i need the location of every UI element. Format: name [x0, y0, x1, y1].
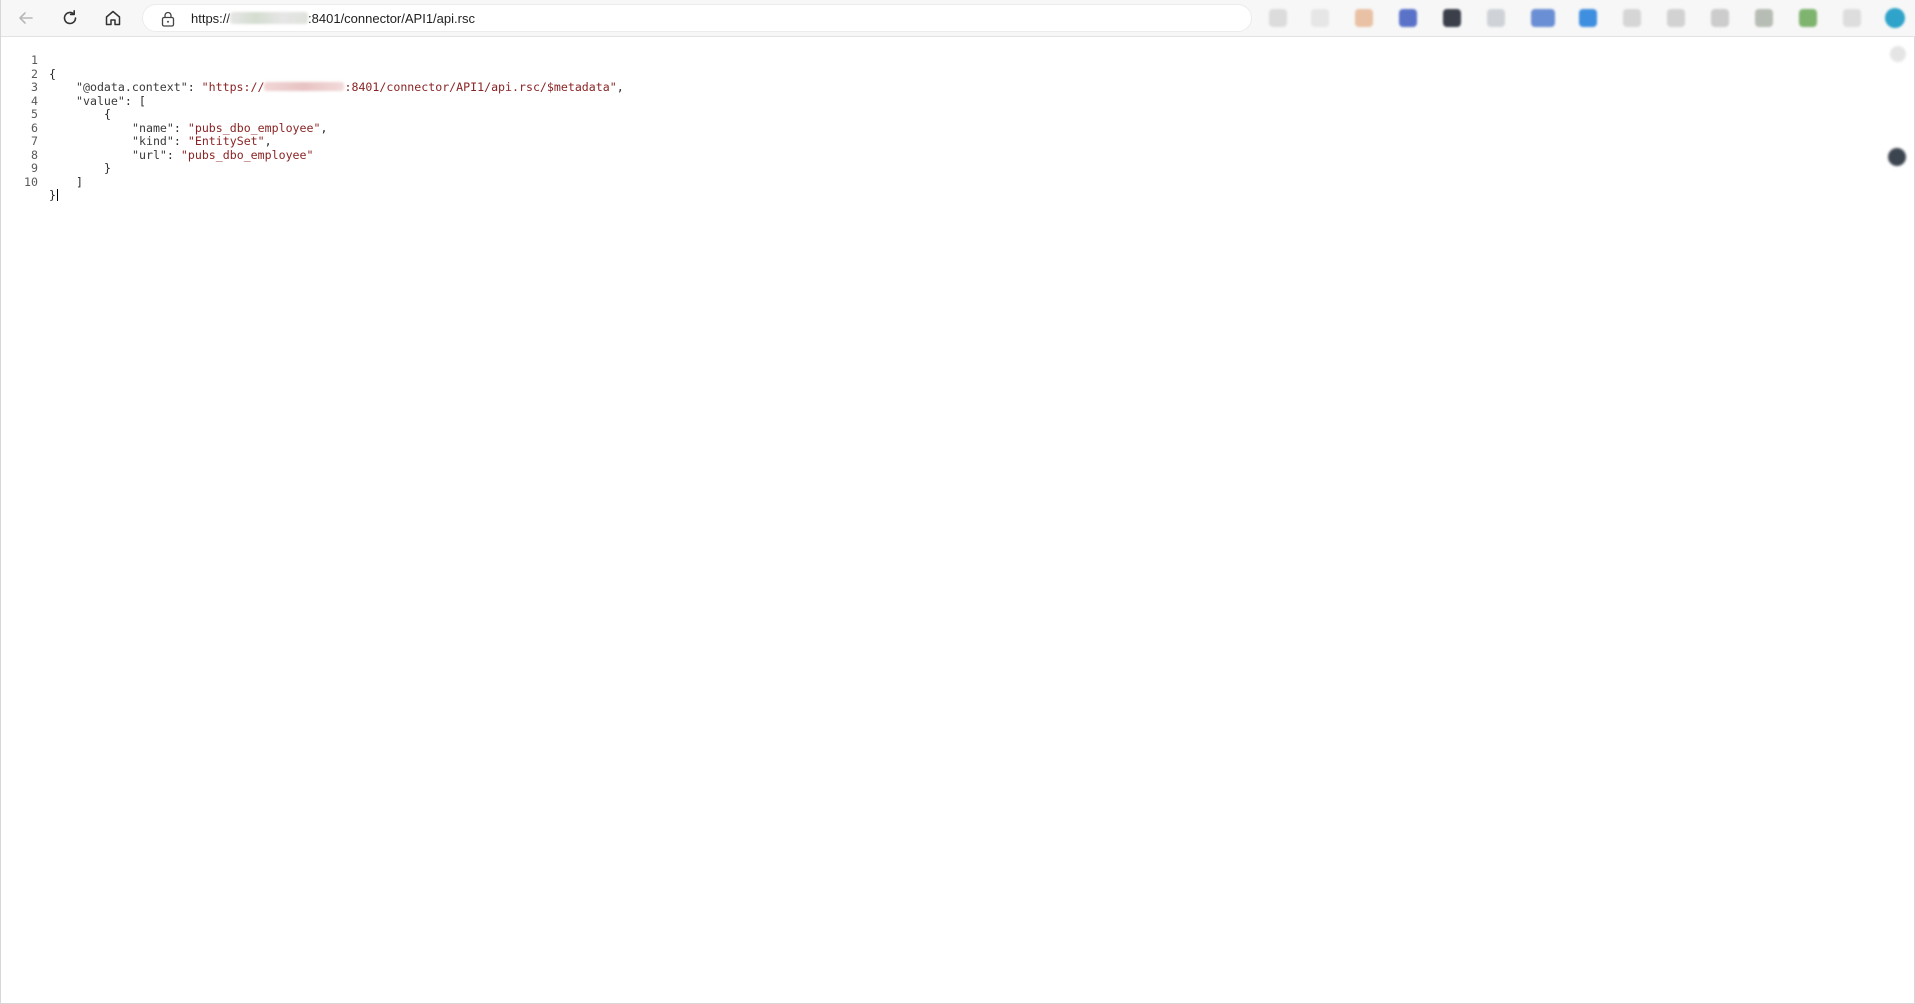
url-protocol: https://	[191, 11, 231, 26]
json-bracket: ]	[76, 174, 83, 189]
url-path: :8401/connector/API1/api.rsc	[308, 11, 475, 26]
line-number: 10	[24, 174, 38, 189]
code-text: ]	[76, 174, 83, 189]
json-viewer: 1 { 2 "@odata.context": "https://:8401/c…	[1, 40, 1915, 1000]
browser-toolbar: https:// :8401/connector/API1/api.rsc	[1, 0, 1915, 37]
address-bar[interactable]: https:// :8401/connector/API1/api.rsc	[142, 4, 1252, 32]
extension-icon[interactable]	[1269, 9, 1287, 27]
code-line: 5 "name": "pubs_dbo_employee",	[1, 95, 1001, 134]
extension-icon[interactable]	[1667, 9, 1685, 27]
lock-icon[interactable]	[161, 11, 175, 27]
home-icon	[105, 10, 121, 26]
code-line: 3 "value": [	[1, 68, 1001, 107]
extension-icon[interactable]	[1355, 9, 1373, 27]
code-line: 1 {	[1, 41, 1001, 80]
browser-window: https:// :8401/connector/API1/api.rsc 1 {	[0, 0, 1915, 1004]
extension-icon[interactable]	[1579, 9, 1597, 27]
code-line: 4 {	[1, 82, 1001, 121]
url-text[interactable]: https:// :8401/connector/API1/api.rsc	[191, 10, 475, 28]
extensions-area	[1249, 0, 1915, 36]
extension-icon[interactable]	[1311, 9, 1329, 27]
code-line: 9 ]	[1, 149, 1001, 188]
reload-icon	[63, 10, 77, 25]
home-button[interactable]	[98, 4, 128, 32]
text-caret	[56, 189, 58, 202]
code-text: }	[49, 189, 58, 202]
code-line: 10 }	[1, 163, 1001, 202]
extension-icon[interactable]	[1531, 9, 1555, 27]
extension-icon[interactable]	[1399, 9, 1417, 27]
redacted-host	[230, 12, 309, 24]
extension-icon[interactable]	[1755, 9, 1773, 27]
extension-icon[interactable]	[1623, 9, 1641, 27]
extension-icon[interactable]	[1711, 9, 1729, 27]
json-brace: }	[49, 188, 56, 203]
arrow-left-icon	[19, 12, 33, 24]
profile-avatar[interactable]	[1885, 8, 1905, 28]
extension-icon[interactable]	[1443, 9, 1461, 27]
extension-icon[interactable]	[1487, 9, 1505, 27]
code-line: 8 }	[1, 136, 1001, 175]
back-button[interactable]	[11, 4, 41, 32]
reload-button[interactable]	[55, 4, 85, 32]
code-line: 2 "@odata.context": "https://:8401/conne…	[1, 55, 1001, 94]
code-line: 6 "kind": "EntitySet",	[1, 109, 1001, 148]
code-line: 7 "url": "pubs_dbo_employee"	[1, 122, 1001, 161]
extension-icon[interactable]	[1799, 9, 1817, 27]
more-icon[interactable]	[1843, 9, 1861, 27]
